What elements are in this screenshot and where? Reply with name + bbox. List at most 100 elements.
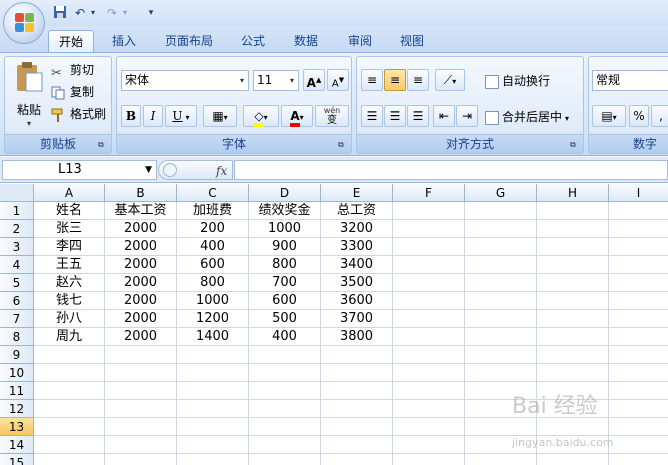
table-cell[interactable] — [393, 436, 465, 454]
row-header[interactable]: 7 — [0, 310, 34, 328]
row-header[interactable]: 13 — [0, 418, 34, 436]
table-cell[interactable] — [609, 220, 668, 238]
table-cell[interactable] — [609, 328, 668, 346]
table-cell[interactable] — [249, 418, 321, 436]
table-cell[interactable] — [537, 328, 609, 346]
table-cell[interactable] — [537, 292, 609, 310]
column-header[interactable]: G — [465, 184, 537, 202]
row-header[interactable]: 9 — [0, 346, 34, 364]
table-cell[interactable] — [465, 328, 537, 346]
table-cell[interactable]: 2000 — [105, 310, 177, 328]
table-cell[interactable]: 姓名 — [34, 202, 105, 220]
table-cell[interactable] — [177, 346, 249, 364]
increase-indent-button[interactable]: ⇥ — [456, 105, 478, 127]
table-cell[interactable] — [34, 436, 105, 454]
row-header[interactable]: 8 — [0, 328, 34, 346]
table-cell[interactable] — [321, 418, 393, 436]
table-cell[interactable] — [34, 418, 105, 436]
table-cell[interactable] — [609, 292, 668, 310]
align-right-button[interactable]: ☰ — [407, 105, 429, 127]
tab-view[interactable]: 视图 — [392, 30, 432, 53]
table-cell[interactable] — [393, 256, 465, 274]
paste-button[interactable]: 粘贴 ▾ — [11, 61, 47, 131]
table-cell[interactable] — [105, 400, 177, 418]
table-cell[interactable] — [537, 274, 609, 292]
customize-qat-icon[interactable]: ▾ — [146, 5, 156, 21]
select-all-corner[interactable] — [0, 184, 34, 202]
row-header[interactable]: 11 — [0, 382, 34, 400]
table-cell[interactable] — [321, 346, 393, 364]
table-cell[interactable] — [537, 364, 609, 382]
table-cell[interactable] — [465, 364, 537, 382]
table-cell[interactable] — [537, 346, 609, 364]
undo-dropdown-icon[interactable]: ▾ — [88, 5, 98, 21]
table-cell[interactable] — [609, 346, 668, 364]
table-cell[interactable] — [321, 454, 393, 465]
office-button[interactable] — [3, 2, 45, 44]
tab-page-layout[interactable]: 页面布局 — [157, 30, 221, 53]
tab-formulas[interactable]: 公式 — [233, 30, 273, 53]
currency-button[interactable]: ▤▾ — [592, 105, 626, 127]
table-cell[interactable] — [105, 454, 177, 465]
table-cell[interactable] — [393, 346, 465, 364]
table-cell[interactable]: 赵六 — [34, 274, 105, 292]
table-cell[interactable] — [393, 328, 465, 346]
comma-button[interactable]: , — [651, 105, 668, 127]
table-cell[interactable] — [537, 238, 609, 256]
table-cell[interactable] — [393, 400, 465, 418]
row-header[interactable]: 2 — [0, 220, 34, 238]
table-cell[interactable]: 2000 — [105, 292, 177, 310]
table-cell[interactable] — [537, 454, 609, 465]
table-cell[interactable]: 3500 — [321, 274, 393, 292]
table-cell[interactable] — [249, 400, 321, 418]
align-bottom-button[interactable]: ≡ — [407, 69, 429, 91]
table-cell[interactable] — [609, 364, 668, 382]
table-cell[interactable] — [465, 310, 537, 328]
table-cell[interactable]: 3600 — [321, 292, 393, 310]
row-header[interactable]: 14 — [0, 436, 34, 454]
row-header[interactable]: 5 — [0, 274, 34, 292]
merge-center-button[interactable]: 合并后居中 ▾ — [485, 106, 569, 128]
table-cell[interactable]: 2000 — [105, 220, 177, 238]
table-cell[interactable] — [105, 364, 177, 382]
row-header[interactable]: 1 — [0, 202, 34, 220]
tab-review[interactable]: 审阅 — [340, 30, 380, 53]
row-header[interactable]: 12 — [0, 400, 34, 418]
save-icon[interactable] — [52, 5, 68, 21]
table-cell[interactable] — [321, 400, 393, 418]
table-cell[interactable] — [249, 382, 321, 400]
table-cell[interactable]: 3800 — [321, 328, 393, 346]
table-cell[interactable]: 2000 — [105, 256, 177, 274]
shrink-font-button[interactable]: A▼ — [327, 69, 349, 91]
table-cell[interactable] — [465, 454, 537, 465]
align-center-button[interactable]: ☰ — [384, 105, 406, 127]
redo-icon[interactable]: ↷ — [104, 5, 120, 21]
table-cell[interactable]: 钱七 — [34, 292, 105, 310]
table-cell[interactable] — [465, 418, 537, 436]
column-header[interactable]: C — [177, 184, 249, 202]
table-cell[interactable] — [249, 454, 321, 465]
table-cell[interactable]: 总工资 — [321, 202, 393, 220]
table-cell[interactable] — [393, 418, 465, 436]
table-cell[interactable]: 600 — [249, 292, 321, 310]
format-painter-button[interactable]: 格式刷 — [51, 103, 106, 125]
table-cell[interactable]: 1000 — [249, 220, 321, 238]
table-cell[interactable]: 800 — [177, 274, 249, 292]
table-cell[interactable]: 3300 — [321, 238, 393, 256]
column-header[interactable]: A — [34, 184, 105, 202]
table-cell[interactable] — [465, 346, 537, 364]
alignment-launcher-icon[interactable]: ⧉ — [570, 140, 580, 150]
tab-home[interactable]: 开始 — [48, 30, 94, 53]
redo-dropdown-icon[interactable]: ▾ — [120, 5, 130, 21]
table-cell[interactable]: 张三 — [34, 220, 105, 238]
table-cell[interactable] — [537, 256, 609, 274]
table-cell[interactable] — [105, 436, 177, 454]
table-cell[interactable] — [177, 436, 249, 454]
table-cell[interactable]: 800 — [249, 256, 321, 274]
italic-button[interactable]: I — [143, 105, 163, 127]
borders-button[interactable]: ▦▾ — [203, 105, 237, 127]
cut-button[interactable]: ✂ 剪切 — [51, 59, 94, 81]
table-cell[interactable] — [177, 364, 249, 382]
table-cell[interactable]: 基本工资 — [105, 202, 177, 220]
phonetic-button[interactable]: wén 变 — [315, 105, 349, 127]
